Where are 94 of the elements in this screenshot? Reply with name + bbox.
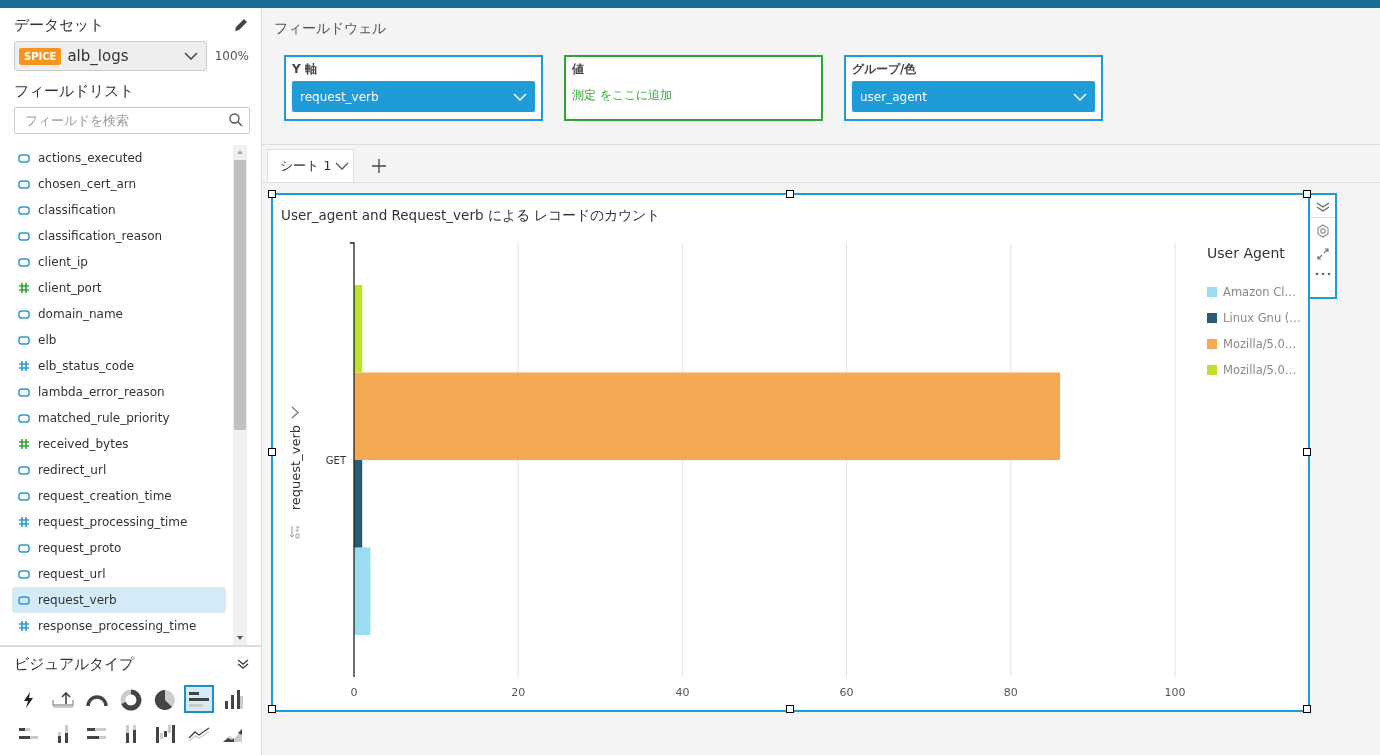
chevron-down-icon: [183, 52, 198, 60]
pencil-icon[interactable]: [233, 17, 249, 33]
search-field[interactable]: フィールドを検索: [14, 107, 250, 134]
field-item[interactable]: matched_rule_priority: [12, 405, 226, 431]
panel-title: ビジュアルタイプ: [14, 654, 134, 674]
tag-icon: [18, 465, 30, 475]
section-title: フィールドウェル: [274, 20, 387, 38]
tag-icon: [18, 309, 30, 319]
legend-item[interactable]: Amazon Cl…: [1207, 279, 1308, 305]
drop-hint: 測定 をここに追加: [572, 87, 672, 104]
tag-icon: [18, 543, 30, 553]
tick-label: 0: [350, 686, 358, 699]
hash-icon: [18, 360, 30, 372]
legend-title: User Agent: [1207, 245, 1286, 261]
field-item[interactable]: response_processing_time: [12, 613, 226, 639]
chevron-down-icon: [1073, 92, 1087, 101]
resize-handle[interactable]: [1303, 705, 1311, 713]
field-item[interactable]: elb_status_code: [12, 353, 226, 379]
legend-item[interactable]: Linux Gnu (…: [1207, 305, 1308, 331]
spice-badge: SPICE: [19, 47, 62, 65]
resize-handle[interactable]: [1303, 190, 1311, 198]
axis-title: request_verb: [287, 425, 303, 511]
hash-icon: [18, 620, 30, 632]
field-item[interactable]: client_port: [12, 275, 226, 301]
tag-icon: [18, 595, 30, 605]
sheet-tab[interactable]: シート 1: [267, 149, 355, 182]
hash-icon: [18, 438, 30, 450]
scrollbar[interactable]: [233, 145, 247, 645]
percent-label: 100%: [214, 49, 249, 63]
bar[interactable]: [354, 460, 363, 548]
field-item[interactable]: classification_reason: [12, 223, 226, 249]
double-chevron-icon[interactable]: [1315, 201, 1330, 213]
chevron-right-icon[interactable]: [291, 406, 299, 420]
resize-handle[interactable]: [785, 190, 794, 198]
tick-label: 20: [511, 686, 526, 699]
well-label: グループ/色: [852, 61, 918, 77]
expand-icon[interactable]: [1316, 248, 1329, 260]
field-item[interactable]: request_verb: [12, 587, 226, 613]
resize-handle[interactable]: [268, 447, 276, 456]
more-icon[interactable]: [1314, 272, 1331, 276]
search-icon: [229, 113, 243, 127]
legend-item[interactable]: Mozilla/5.0…: [1207, 331, 1308, 357]
field-item[interactable]: request_url: [12, 561, 226, 587]
chart-panel[interactable]: User_agent and Request_verb による レコードのカウント request_verb 0 20 40 60 80 100 GET User Agent Amazon Cl… Linux Gnu (… Mozilla/5.0… Mozilla/5.0…: [271, 193, 1310, 712]
bar[interactable]: [354, 285, 363, 373]
chevron-down-icon[interactable]: [335, 161, 350, 170]
settings-icon[interactable]: [1315, 224, 1330, 238]
chart-title: User_agent and Request_verb による レコードのカウント: [280, 206, 662, 225]
tag-icon: [18, 335, 30, 345]
field-item[interactable]: lambda_error_reason: [12, 379, 226, 405]
tag-icon: [18, 179, 30, 189]
tick-label: 60: [839, 686, 854, 699]
pie-icon: [152, 687, 178, 711]
visual-type-button[interactable]: [184, 685, 214, 713]
well-label: Y 軸: [292, 61, 318, 77]
double-chevron-icon[interactable]: [237, 658, 249, 670]
resize-handle[interactable]: [1303, 447, 1311, 456]
field-item[interactable]: elb: [12, 327, 226, 353]
donut-icon: [118, 687, 144, 711]
chevron-down-icon: [513, 92, 527, 101]
field-item[interactable]: redirect_url: [12, 457, 226, 483]
resize-handle[interactable]: [268, 705, 276, 713]
field-item[interactable]: chosen_cert_arn: [12, 171, 226, 197]
add-icon[interactable]: [372, 158, 387, 173]
tick-label: 80: [1003, 686, 1018, 699]
field-item[interactable]: received_bytes: [12, 431, 226, 457]
sort-icon[interactable]: [289, 524, 301, 539]
field-item[interactable]: request_proto: [12, 535, 226, 561]
tag-icon: [18, 231, 30, 241]
well-label: 値: [572, 61, 585, 77]
legend-item[interactable]: Mozilla/5.0…: [1207, 357, 1308, 383]
category-label: GET: [325, 455, 347, 466]
field-item[interactable]: actions_executed: [12, 145, 226, 171]
field-item[interactable]: classification: [12, 197, 226, 223]
tick-label: 100: [1164, 686, 1186, 699]
tick-label: 40: [675, 686, 690, 699]
hash-icon: [18, 282, 30, 294]
tag-icon: [18, 257, 30, 267]
tag-icon: [18, 491, 30, 501]
panel-title: データセット: [14, 15, 104, 35]
resize-handle[interactable]: [785, 705, 794, 713]
dataset-dropdown[interactable]: SPICE alb_logs: [14, 41, 207, 71]
field-item[interactable]: domain_name: [12, 301, 226, 327]
field-item[interactable]: request_creation_time: [12, 483, 226, 509]
hash-icon: [18, 516, 30, 528]
tag-icon: [18, 205, 30, 215]
resize-handle[interactable]: [268, 190, 276, 198]
tag-icon: [18, 413, 30, 423]
tag-icon: [18, 569, 30, 579]
tag-icon: [18, 387, 30, 397]
tag-icon: [18, 153, 30, 163]
field-item[interactable]: request_processing_time: [12, 509, 226, 535]
panel-title: フィールドリスト: [14, 81, 134, 101]
field-item[interactable]: client_ip: [12, 249, 226, 275]
